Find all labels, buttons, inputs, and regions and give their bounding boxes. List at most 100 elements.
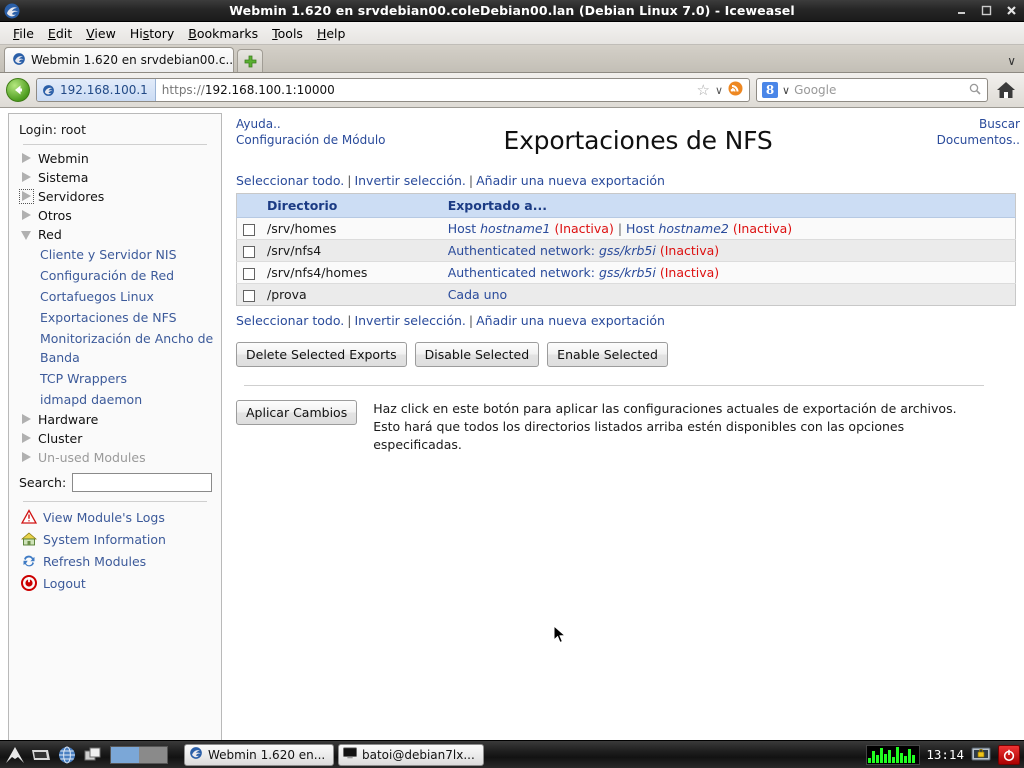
chevron-down-icon[interactable] [21, 229, 32, 240]
url-text[interactable]: https://192.168.100.1:10000 [156, 83, 691, 97]
search-input[interactable]: Google [794, 83, 964, 97]
export-target-link[interactable]: Authenticated network: gss/krb5i [448, 265, 656, 280]
row-checkbox-cell[interactable] [236, 239, 261, 262]
chevron-right-icon[interactable] [21, 414, 32, 425]
taskbar-task-terminal[interactable]: batoi@debian7lx... [338, 743, 484, 766]
sidebar-search-input[interactable] [72, 473, 213, 492]
disable-selected-button[interactable]: Disable Selected [414, 342, 540, 367]
row-checkbox[interactable] [243, 223, 255, 236]
row-checkbox[interactable] [243, 267, 255, 280]
shutdown-icon[interactable] [998, 744, 1020, 765]
menu-bookmarks[interactable]: Bookmarks [181, 24, 265, 43]
search-magnifier-icon[interactable] [968, 81, 982, 100]
table-header-row: Directorio Exportado a... [236, 193, 1016, 218]
site-identity-chip[interactable]: 192.168.100.1 [37, 79, 156, 101]
row-exported-to: Authenticated network: gss/krb5i (Inacti… [441, 239, 1016, 262]
bookmark-star-icon[interactable]: ☆ [696, 81, 709, 99]
sidebar-item-cortafuegos-linux[interactable]: Cortafuegos Linux [9, 286, 221, 307]
minimize-button[interactable] [955, 4, 968, 17]
invert-selection-link-bottom[interactable]: Invertir selección. [354, 313, 465, 328]
terminal-icon[interactable] [30, 744, 52, 766]
page-content: Login: root Webmin Sistema Servidores Ot… [0, 108, 1024, 740]
sidebar-category-servidores[interactable]: Servidores [9, 187, 221, 206]
search-bar[interactable]: 8 ∨ Google [756, 78, 988, 102]
sidebar-category-webmin[interactable]: Webmin [9, 149, 221, 168]
sidebar-item-configuracion-de-red[interactable]: Configuración de Red [9, 265, 221, 286]
sidebar-item-cliente-servidor-nis[interactable]: Cliente y Servidor NIS [9, 244, 221, 265]
chevron-right-icon[interactable] [21, 172, 32, 183]
sidebar-category-unused-modules[interactable]: Un-used Modules [9, 448, 221, 467]
export-target-link[interactable]: Authenticated network: gss/krb5i [448, 243, 656, 258]
menu-help[interactable]: Help [310, 24, 353, 43]
back-button[interactable] [6, 78, 30, 102]
close-button[interactable] [1005, 4, 1018, 17]
menu-file[interactable]: FFileile [6, 24, 41, 43]
network-monitor-icon[interactable] [866, 744, 921, 765]
list-all-tabs-icon[interactable]: ∨ [1007, 54, 1016, 68]
enable-selected-button[interactable]: Enable Selected [547, 342, 668, 367]
chevron-right-icon[interactable] [21, 433, 32, 444]
workspace-switcher[interactable] [110, 745, 168, 764]
sidebar-action-logout[interactable]: Logout [9, 572, 221, 594]
sidebar-category-cluster[interactable]: Cluster [9, 429, 221, 448]
bookmark-dropdown-icon[interactable]: ∨ [715, 84, 723, 97]
url-bar[interactable]: 192.168.100.1 https://192.168.100.1:1000… [36, 78, 750, 102]
row-checkbox-cell[interactable] [236, 283, 261, 306]
rss-feed-icon[interactable] [728, 81, 743, 100]
sidebar-item-exportaciones-de-nfs[interactable]: Exportaciones de NFS [9, 307, 221, 328]
sidebar-item-tcp-wrappers[interactable]: TCP Wrappers [9, 368, 221, 389]
menu-tools[interactable]: Tools [265, 24, 310, 43]
new-tab-button[interactable] [237, 49, 263, 72]
delete-selected-exports-button[interactable]: Delete Selected Exports [236, 342, 407, 367]
home-button[interactable] [994, 78, 1018, 102]
browser-globe-icon[interactable] [56, 744, 78, 766]
menu-history[interactable]: History [123, 24, 181, 43]
row-exported-to: Cada uno [441, 283, 1016, 306]
chevron-right-icon[interactable] [21, 153, 32, 164]
row-checkbox[interactable] [243, 245, 255, 258]
invert-selection-link-top[interactable]: Invertir selección. [354, 173, 465, 188]
row-checkbox[interactable] [243, 289, 255, 302]
browser-tab[interactable]: Webmin 1.620 en srvdebian00.c... [4, 47, 234, 72]
windows-icon[interactable] [82, 744, 104, 766]
search-engine-icon[interactable]: 8 [762, 82, 778, 98]
row-checkbox-cell[interactable] [236, 261, 261, 284]
sidebar-item-idmapd-daemon[interactable]: idmapd daemon [9, 389, 221, 410]
menu-edit[interactable]: Edit [41, 24, 79, 43]
table-header-checkbox [236, 193, 261, 218]
sidebar-item-monitorizacion-de-ancho-de-banda[interactable]: Monitorización de Ancho de Banda [9, 328, 221, 368]
menu-view[interactable]: View [79, 24, 123, 43]
workspace-1[interactable] [111, 746, 139, 763]
taskbar-task-webmin[interactable]: Webmin 1.620 en... [184, 743, 334, 766]
table-row: /srv/homes Host hostname1 (Inactiva) | Hos… [236, 217, 1016, 240]
export-target-link[interactable]: Cada uno [448, 287, 507, 302]
chevron-right-icon[interactable] [19, 189, 34, 204]
export-target-link[interactable]: Host hostname1 [448, 221, 551, 236]
sidebar-action-view-module-logs[interactable]: View Module's Logs [9, 506, 221, 528]
search-docs-link-line2[interactable]: Documentos.. [850, 132, 1020, 148]
module-config-link[interactable]: Configuración de Módulo [236, 132, 426, 148]
add-new-export-link-top[interactable]: Añadir una nueva exportación [476, 173, 665, 188]
help-link[interactable]: Ayuda.. [236, 116, 426, 132]
apply-changes-button[interactable]: Aplicar Cambios [236, 400, 358, 425]
search-docs-link-line1[interactable]: Buscar [850, 116, 1020, 132]
select-all-link-top[interactable]: Seleccionar todo. [236, 173, 344, 188]
sidebar-action-refresh-modules[interactable]: Refresh Modules [9, 550, 221, 572]
sidebar-action-system-information[interactable]: System Information [9, 528, 221, 550]
search-engine-dropdown-icon[interactable]: ∨ [782, 84, 790, 97]
export-target-link[interactable]: Host hostname2 [626, 221, 729, 236]
workspace-2[interactable] [139, 746, 167, 763]
maximize-button[interactable] [980, 4, 993, 17]
sidebar-category-red[interactable]: Red [9, 225, 221, 244]
lock-screen-icon[interactable] [970, 745, 992, 765]
chevron-right-icon[interactable] [21, 452, 32, 463]
sidebar-category-hardware[interactable]: Hardware [9, 410, 221, 429]
select-all-link-bottom[interactable]: Seleccionar todo. [236, 313, 344, 328]
add-new-export-link-bottom[interactable]: Añadir una nueva exportación [476, 313, 665, 328]
chevron-right-icon[interactable] [21, 210, 32, 221]
row-checkbox-cell[interactable] [236, 217, 261, 240]
sidebar-category-sistema[interactable]: Sistema [9, 168, 221, 187]
show-desktop-icon[interactable] [4, 744, 26, 766]
sidebar-action-label: Logout [43, 575, 86, 591]
sidebar-category-otros[interactable]: Otros [9, 206, 221, 225]
